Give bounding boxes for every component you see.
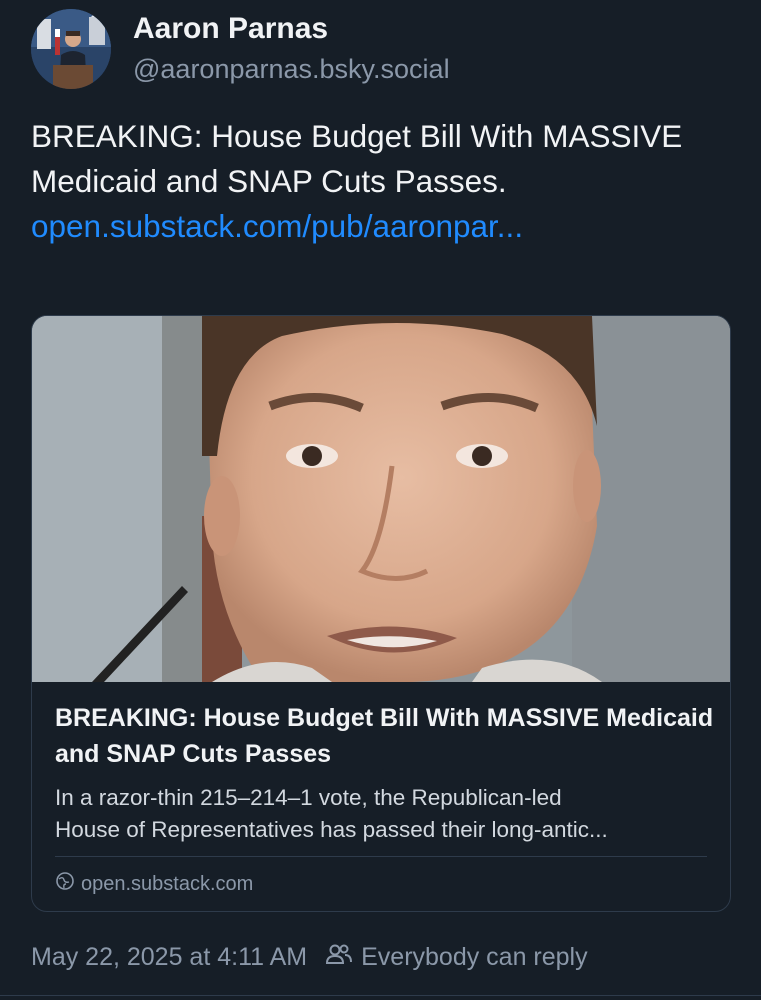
post-timestamp[interactable]: May 22, 2025 at 4:11 AM	[31, 943, 307, 972]
link-preview-thumbnail	[32, 316, 730, 682]
link-preview-domain: open.substack.com	[55, 871, 253, 897]
post-thread-item: Aaron Parnas @aaronparnas.bsky.social BR…	[0, 0, 761, 1000]
globe-icon	[55, 871, 75, 897]
reply-settings[interactable]: Everybody can reply	[325, 942, 588, 973]
bottom-divider	[0, 995, 761, 996]
author-avatar[interactable]	[31, 9, 111, 89]
post-text: BREAKING: House Budget Bill With MASSIVE…	[31, 118, 683, 199]
author-display-name[interactable]: Aaron Parnas	[133, 12, 328, 46]
link-preview-title: BREAKING: House Budget Bill With MASSIVE…	[55, 704, 714, 768]
reply-settings-label: Everybody can reply	[361, 943, 588, 971]
link-preview-domain-text: open.substack.com	[81, 872, 254, 895]
link-preview-card[interactable]: BREAKING: House Budget Bill With MASSIVE…	[31, 315, 731, 912]
people-icon	[325, 942, 353, 973]
post-meta: May 22, 2025 at 4:11 AM Everybody can re…	[31, 942, 588, 973]
card-divider	[55, 856, 707, 857]
post-body: BREAKING: House Budget Bill With MASSIVE…	[31, 114, 731, 249]
link-preview-description: In a razor-thin 215–214–1 vote, the Repu…	[55, 785, 608, 842]
author-handle[interactable]: @aaronparnas.bsky.social	[133, 54, 450, 85]
avatar-image	[31, 9, 111, 89]
post-link[interactable]: open.substack.com/pub/aaronpar...	[31, 208, 523, 244]
